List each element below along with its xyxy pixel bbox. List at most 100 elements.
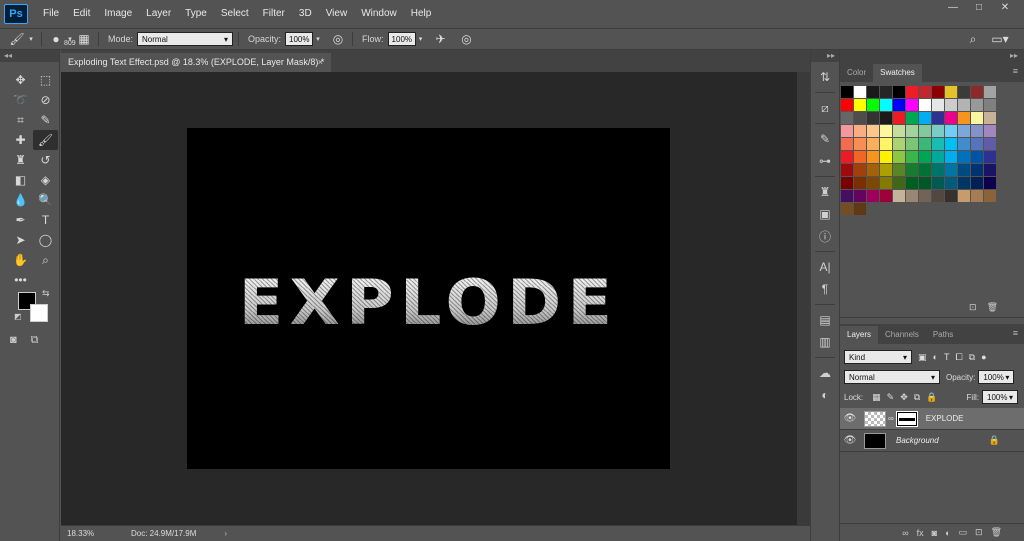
color-swatch[interactable] xyxy=(841,86,853,98)
color-swatch[interactable] xyxy=(854,203,866,215)
background-color[interactable] xyxy=(30,304,48,322)
color-swatch[interactable] xyxy=(971,177,983,189)
flow-input[interactable]: 100% xyxy=(387,32,416,46)
status-menu-arrow-icon[interactable]: › xyxy=(224,529,227,538)
filter-adjustment-icon[interactable]: ◐ xyxy=(933,352,938,362)
color-swatch[interactable] xyxy=(932,125,944,137)
color-swatch[interactable] xyxy=(893,125,905,137)
new-group-icon[interactable]: ▭ xyxy=(959,527,968,538)
menu-3d[interactable]: 3D xyxy=(292,0,319,28)
info-panel-icon[interactable]: ⓘ xyxy=(811,225,839,247)
pressure-opacity-icon[interactable]: ◎ xyxy=(329,31,347,47)
menu-layer[interactable]: Layer xyxy=(139,0,178,28)
color-swatch[interactable] xyxy=(945,138,957,150)
brush-panel-icon[interactable]: ✎ xyxy=(811,128,839,150)
color-swatch[interactable] xyxy=(906,190,918,202)
color-swatch[interactable] xyxy=(867,125,879,137)
panel-collapse-icon[interactable]: ▸▸ xyxy=(840,50,1024,62)
color-swatch[interactable] xyxy=(971,138,983,150)
color-swatch[interactable] xyxy=(880,138,892,150)
color-swatch[interactable] xyxy=(971,164,983,176)
adjustment-layer-icon[interactable]: ◐ xyxy=(945,528,950,538)
pressure-size-icon[interactable]: ◎ xyxy=(458,31,476,47)
color-swatch[interactable] xyxy=(932,138,944,150)
color-swatch[interactable] xyxy=(945,86,957,98)
styles-panel-icon[interactable]: ▣ xyxy=(811,203,839,225)
color-swatch[interactable] xyxy=(984,125,996,137)
menu-filter[interactable]: Filter xyxy=(256,0,292,28)
color-swatch[interactable] xyxy=(958,99,970,111)
color-swatch[interactable] xyxy=(984,190,996,202)
pen-tool-icon[interactable]: ✒ xyxy=(8,210,33,230)
properties-panel-icon[interactable]: ⧄ xyxy=(811,97,839,119)
filter-pixel-icon[interactable]: ▣ xyxy=(918,352,927,363)
color-swatch[interactable] xyxy=(854,190,866,202)
color-swatch[interactable] xyxy=(919,151,931,163)
clone-stamp-tool-icon[interactable]: ♜ xyxy=(8,150,33,170)
color-swatch[interactable] xyxy=(958,164,970,176)
link-layers-icon[interactable]: ∞ xyxy=(902,528,908,538)
color-swatch[interactable] xyxy=(932,177,944,189)
color-swatch[interactable] xyxy=(958,125,970,137)
color-swatch[interactable] xyxy=(984,177,996,189)
quick-mask-icon[interactable]: ◙ xyxy=(10,334,17,347)
close-button[interactable]: ✕ xyxy=(994,2,1016,14)
tab-layers[interactable]: Layers xyxy=(840,326,879,344)
color-swatch[interactable] xyxy=(919,99,931,111)
eye-icon[interactable]: 👁 xyxy=(840,435,860,446)
color-swatch[interactable] xyxy=(893,151,905,163)
color-swatch[interactable] xyxy=(854,99,866,111)
color-swatch[interactable] xyxy=(906,151,918,163)
tab-color[interactable]: Color xyxy=(840,64,873,82)
color-swatch[interactable] xyxy=(958,190,970,202)
color-swatch[interactable] xyxy=(919,138,931,150)
canvas-area[interactable]: EXPLODE xyxy=(61,72,810,525)
color-swatch[interactable] xyxy=(984,138,996,150)
color-swatch[interactable] xyxy=(971,99,983,111)
color-swatch[interactable] xyxy=(945,125,957,137)
color-swatch[interactable] xyxy=(919,86,931,98)
color-swatch[interactable] xyxy=(984,151,996,163)
color-swatch[interactable] xyxy=(880,86,892,98)
color-swatch[interactable] xyxy=(854,86,866,98)
chevron-down-icon[interactable]: ▾ xyxy=(416,31,426,47)
color-swatch[interactable] xyxy=(945,164,957,176)
color-swatch[interactable] xyxy=(880,112,892,124)
close-icon[interactable]: × xyxy=(318,53,323,72)
brush-tool-icon[interactable]: 🖌 xyxy=(33,130,58,150)
color-swatch[interactable] xyxy=(932,112,944,124)
color-swatch[interactable] xyxy=(932,99,944,111)
color-swatch[interactable] xyxy=(854,177,866,189)
history-panel-icon[interactable]: ⇅ xyxy=(811,66,839,88)
character-panel-icon[interactable]: A| xyxy=(811,256,839,278)
adjustments-panel-icon[interactable]: ⊶ xyxy=(811,150,839,172)
color-swatch[interactable] xyxy=(958,138,970,150)
color-swatch[interactable] xyxy=(841,151,853,163)
fill-input[interactable]: 100% ▾ xyxy=(982,390,1018,404)
color-swatch[interactable] xyxy=(919,125,931,137)
color-swatch[interactable] xyxy=(906,86,918,98)
color-swatch[interactable] xyxy=(906,164,918,176)
color-swatch[interactable] xyxy=(893,190,905,202)
color-swatch[interactable] xyxy=(867,86,879,98)
color-swatch[interactable] xyxy=(958,112,970,124)
color-swatch[interactable] xyxy=(880,177,892,189)
color-swatch[interactable] xyxy=(880,164,892,176)
history-brush-tool-icon[interactable]: ↺ xyxy=(33,150,58,170)
vertical-scrollbar[interactable] xyxy=(797,72,810,525)
fx-icon[interactable]: fx xyxy=(917,528,924,538)
add-mask-icon[interactable]: ◙ xyxy=(932,528,937,538)
color-swatch[interactable] xyxy=(867,138,879,150)
layer-row-explode[interactable]: 👁 ∞ EXPLODE xyxy=(840,408,1024,430)
zoom-tool-icon[interactable]: ⌕ xyxy=(33,250,58,270)
color-swatch[interactable] xyxy=(932,86,944,98)
menu-edit[interactable]: Edit xyxy=(66,0,97,28)
menu-type[interactable]: Type xyxy=(178,0,214,28)
menu-image[interactable]: Image xyxy=(97,0,139,28)
filter-toggle-icon[interactable]: ● xyxy=(981,352,986,362)
brush-preset-icon[interactable]: ● xyxy=(47,31,65,47)
color-swatch[interactable] xyxy=(984,86,996,98)
screen-mode-icon[interactable]: ⧉ xyxy=(31,334,39,347)
menu-select[interactable]: Select xyxy=(214,0,256,28)
lock-image-icon[interactable]: ✎ xyxy=(887,392,895,403)
